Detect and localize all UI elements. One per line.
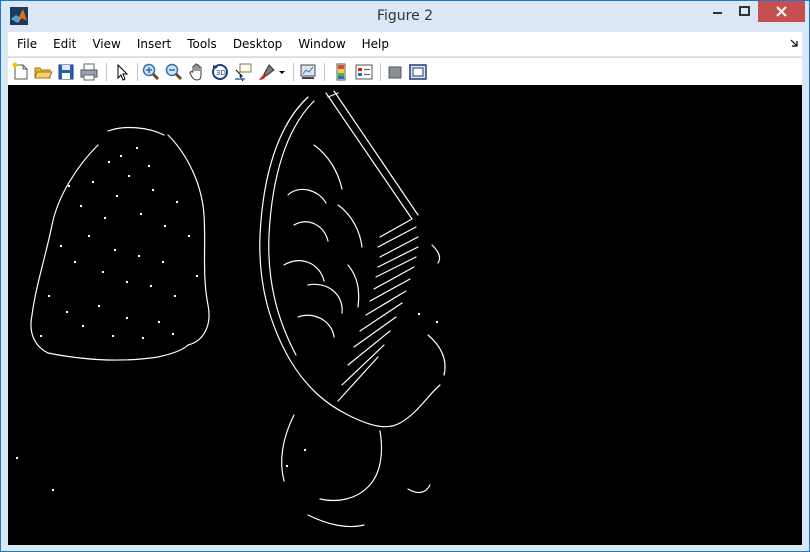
menu-help[interactable]: Help [354, 32, 397, 56]
insert-legend-icon[interactable] [354, 62, 374, 82]
maximize-icon [739, 6, 750, 16]
pan-hand-icon[interactable] [187, 62, 207, 82]
minimize-icon [713, 12, 722, 14]
show-plot-tools-icon[interactable] [408, 62, 428, 82]
toolbar-separator [106, 63, 107, 81]
menu-file[interactable]: File [8, 32, 45, 56]
menu-bar: File Edit View Insert Tools Desktop Wind… [8, 32, 802, 56]
menubar-dock-arrow-icon[interactable] [790, 39, 798, 48]
print-icon[interactable] [79, 62, 99, 82]
figure-axes-canvas[interactable] [8, 85, 802, 545]
menu-view[interactable]: View [84, 32, 128, 56]
svg-text:3D: 3D [216, 69, 226, 77]
toolbar-separator [380, 63, 381, 81]
data-cursor-icon[interactable] [233, 62, 253, 82]
hide-plot-tools-icon[interactable] [385, 62, 405, 82]
minimize-button[interactable] [704, 1, 731, 22]
zoom-out-icon[interactable] [164, 62, 184, 82]
figure-toolbar: 3D [8, 57, 802, 85]
toolbar-separator [293, 63, 294, 81]
maximize-button[interactable] [731, 1, 758, 22]
toolbar-separator [137, 63, 138, 81]
figure-window: Figure 2 File Edit View Insert Tools Des… [0, 0, 810, 552]
insert-colorbar-icon[interactable] [331, 62, 351, 82]
open-file-icon[interactable] [33, 62, 53, 82]
menu-edit[interactable]: Edit [45, 32, 84, 56]
menu-insert[interactable]: Insert [129, 32, 179, 56]
new-figure-icon[interactable] [11, 62, 31, 82]
close-icon [776, 6, 787, 17]
dropdown-arrow-icon[interactable] [278, 62, 286, 82]
rotate-3d-icon[interactable]: 3D [210, 62, 230, 82]
window-title: Figure 2 [376, 8, 434, 24]
edge-detection-image [16, 90, 446, 528]
toolbar-separator [324, 63, 325, 81]
zoom-in-icon[interactable] [141, 62, 161, 82]
brush-icon[interactable] [257, 62, 277, 82]
save-icon[interactable] [56, 62, 76, 82]
close-button[interactable] [758, 1, 805, 22]
link-plot-icon[interactable] [298, 62, 318, 82]
menu-tools[interactable]: Tools [179, 32, 225, 56]
menu-desktop[interactable]: Desktop [225, 32, 291, 56]
title-bar[interactable]: Figure 2 [1, 1, 809, 32]
menu-window[interactable]: Window [290, 32, 353, 56]
edit-plot-arrow-icon[interactable] [111, 62, 131, 82]
